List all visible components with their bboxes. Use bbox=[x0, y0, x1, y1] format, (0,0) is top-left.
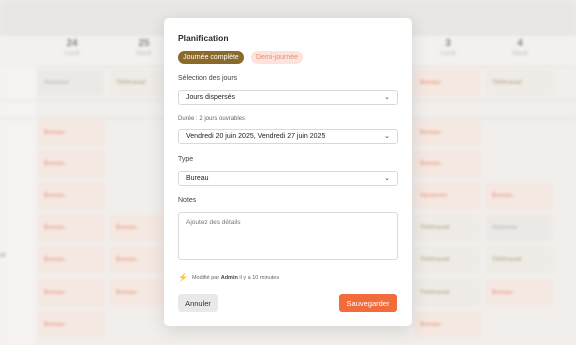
dates-value: Vendredi 20 juin 2025, Vendredi 27 juin … bbox=[186, 133, 326, 140]
modified-time: il y a 10 minutes bbox=[239, 275, 280, 281]
days-selection-label: Sélection des jours bbox=[178, 75, 238, 82]
half-day-toggle[interactable]: Demi-journée bbox=[251, 51, 303, 64]
cancel-button[interactable]: Annuler bbox=[178, 294, 218, 312]
modified-info: ⚡ Modifié par Admin il y a 10 minutes bbox=[178, 273, 279, 282]
chevron-down-icon: ⌄ bbox=[384, 175, 390, 182]
save-button[interactable]: Sauvegarder bbox=[339, 294, 397, 312]
duration-label: Durée : 2 jours ouvrables bbox=[178, 116, 246, 122]
dialog-title: Planification bbox=[178, 33, 229, 43]
dates-select[interactable]: Vendredi 20 juin 2025, Vendredi 27 juin … bbox=[178, 129, 398, 144]
full-day-toggle[interactable]: Journée complète bbox=[178, 51, 244, 64]
modified-user: Admin bbox=[220, 275, 238, 281]
planification-dialog: Planification Journée complète Demi-jour… bbox=[164, 18, 412, 326]
notes-textarea[interactable] bbox=[178, 212, 398, 260]
lightning-icon: ⚡ bbox=[178, 273, 188, 282]
type-label: Type bbox=[178, 156, 194, 163]
days-selection-select[interactable]: Jours dispersés ⌄ bbox=[178, 90, 398, 105]
type-value: Bureau bbox=[186, 175, 209, 182]
notes-label: Notes bbox=[178, 197, 197, 204]
days-selection-value: Jours dispersés bbox=[186, 94, 236, 101]
chevron-down-icon: ⌄ bbox=[384, 133, 390, 140]
chevron-down-icon: ⌄ bbox=[384, 94, 390, 101]
modified-prefix: Modifié par bbox=[191, 275, 220, 281]
type-select[interactable]: Bureau ⌄ bbox=[178, 171, 398, 186]
